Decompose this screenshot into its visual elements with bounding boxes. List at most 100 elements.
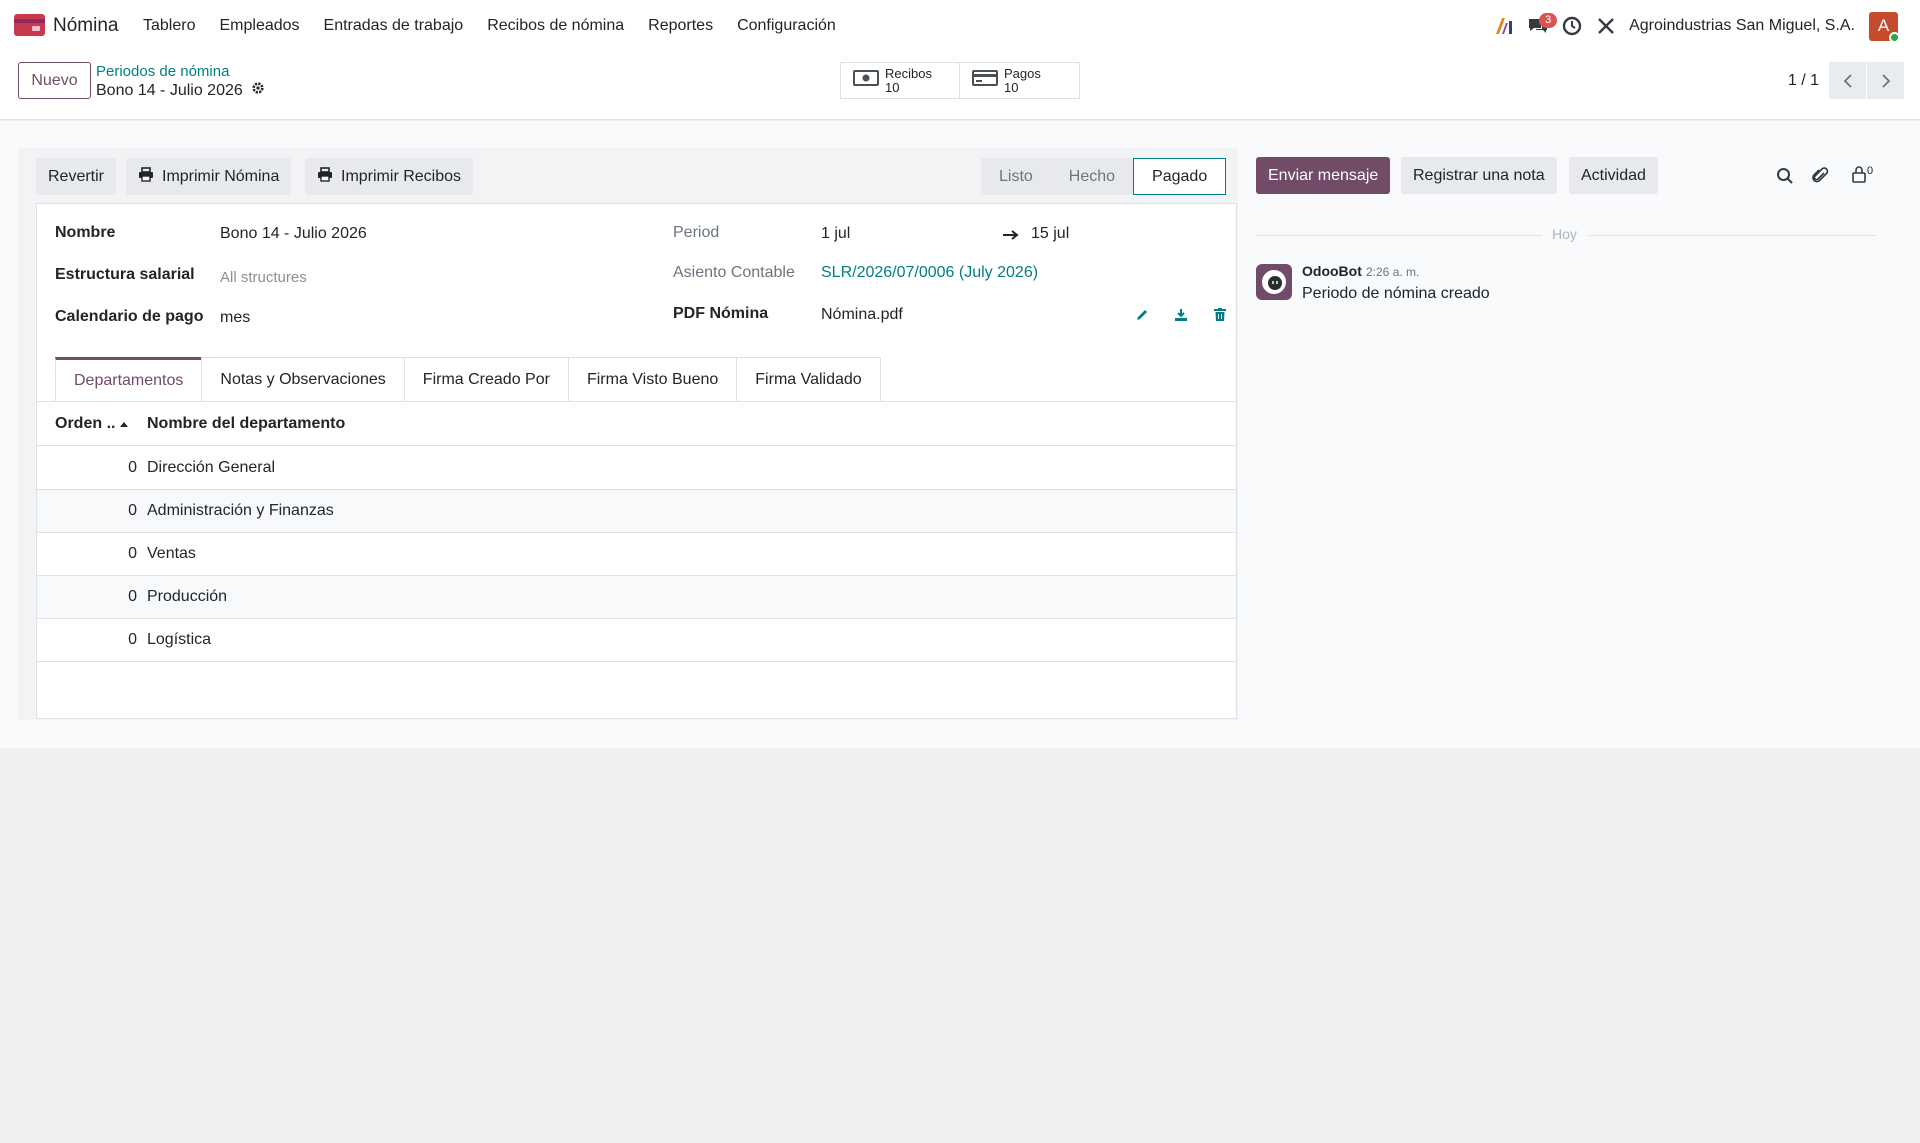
search-icon[interactable] <box>1775 166 1795 186</box>
edit-pencil-icon[interactable] <box>1133 306 1151 324</box>
row-department-name: Producción <box>147 588 228 605</box>
smart-buttons: Recibos 10 Pagos 10 <box>840 62 1080 99</box>
print-receipts-button[interactable]: Imprimir Recibos <box>305 158 474 195</box>
row-order: 0 <box>128 459 137 476</box>
log-note-button[interactable]: Registrar una nota <box>1401 157 1557 194</box>
presence-dot <box>1889 31 1900 43</box>
printer-icon <box>138 166 154 187</box>
payroll-app-icon[interactable] <box>14 14 45 36</box>
table-row[interactable]: 0 Administración y Finanzas <box>37 490 1236 533</box>
date-separator-label: Hoy <box>1552 226 1577 242</box>
smart-pagos-count: 10 <box>1004 79 1019 95</box>
revert-button[interactable]: Revertir <box>36 158 117 195</box>
message-time: 2:26 a. m. <box>1366 265 1420 279</box>
gear-icon[interactable] <box>251 81 265 100</box>
structure-field[interactable]: All structures <box>220 269 307 286</box>
credit-card-icon <box>972 68 998 93</box>
calendar-field[interactable]: mes <box>220 309 250 327</box>
row-department-name: Dirección General <box>147 459 276 476</box>
smart-button-recibos[interactable]: Recibos 10 <box>840 62 960 99</box>
period-start-field[interactable]: 1 jul <box>821 225 850 243</box>
smart-button-pagos[interactable]: Pagos 10 <box>960 62 1080 99</box>
calendar-label: Calendario de pago <box>55 308 204 325</box>
followers-count: 0 <box>1866 165 1874 177</box>
activity-button[interactable]: Actividad <box>1569 157 1658 194</box>
menu-item-entradas-trabajo[interactable]: Entradas de trabajo <box>312 17 476 35</box>
accounting-entry-link[interactable]: SLR/2026/07/0006 (July 2026) <box>821 264 1038 282</box>
form-sheet: Nombre Bono 14 - Julio 2026 Estructura s… <box>36 203 1237 719</box>
table-row[interactable]: 0 Ventas <box>37 533 1236 576</box>
row-order: 0 <box>128 631 137 648</box>
breadcrumb-parent[interactable]: Periodos de nómina <box>96 63 229 80</box>
tab-firma-visto-bueno[interactable]: Firma Visto Bueno <box>567 357 738 401</box>
form-view: Revertir Imprimir Nómina Imprimir Recibo… <box>18 148 1238 720</box>
pager-next-button[interactable] <box>1867 62 1904 99</box>
notebook-tabs: Departamentos Notas y Observaciones Firm… <box>55 357 881 401</box>
user-lock-icon <box>1851 165 1867 188</box>
tab-firma-validado[interactable]: Firma Validado <box>736 357 881 401</box>
user-avatar[interactable]: A <box>1869 11 1900 43</box>
table-row[interactable]: 0 Logística <box>37 619 1236 662</box>
messages-icon[interactable]: 3 <box>1521 9 1558 43</box>
avatar-letter: A <box>1877 16 1890 35</box>
followers-button[interactable]: 0 <box>1845 165 1879 188</box>
print-receipts-label: Imprimir Recibos <box>341 167 462 185</box>
systray: 3 Agroindustrias San Miguel, S.A. A <box>1487 0 1920 52</box>
column-header-department[interactable]: Nombre del departamento <box>147 415 345 433</box>
name-label: Nombre <box>55 224 116 241</box>
printer-icon <box>317 166 333 187</box>
app-name[interactable]: Nómina <box>53 15 118 37</box>
status-stages: Listo Hecho Pagado <box>981 158 1227 195</box>
tab-departamentos[interactable]: Departamentos <box>55 357 203 401</box>
ai-icon[interactable] <box>1487 9 1521 43</box>
odoobot-avatar[interactable] <box>1256 264 1292 300</box>
menu-item-reportes[interactable]: Reportes <box>636 17 725 35</box>
row-order: 0 <box>128 545 137 562</box>
pdf-filename[interactable]: Nómina.pdf <box>821 306 903 324</box>
order-column-label: Orden .. <box>55 414 116 432</box>
control-panel: Nuevo Periodos de nómina Bono 14 - Julio… <box>0 52 1920 120</box>
menu-item-recibos-nomina[interactable]: Recibos de nómina <box>475 17 636 35</box>
period-label: Period <box>673 224 720 241</box>
menu-item-configuracion[interactable]: Configuración <box>725 17 848 35</box>
arrow-right-icon <box>1002 228 1020 246</box>
table-header: Orden .. Nombre del departamento <box>37 402 1236 446</box>
pager-value[interactable]: 1 / 1 <box>1788 72 1819 90</box>
money-bill-icon <box>853 68 879 93</box>
revert-button-label: Revertir <box>48 167 105 185</box>
stage-listo[interactable]: Listo <box>981 158 1051 195</box>
pager: 1 / 1 <box>1788 62 1904 99</box>
menu-item-tablero[interactable]: Tablero <box>131 17 207 35</box>
table-row[interactable]: 0 Dirección General <box>37 447 1236 490</box>
pdf-label: PDF Nómina <box>673 305 769 322</box>
send-message-button[interactable]: Enviar mensaje <box>1256 157 1391 194</box>
tab-notas-observaciones[interactable]: Notas y Observaciones <box>201 357 405 401</box>
name-field[interactable]: Bono 14 - Julio 2026 <box>220 225 367 243</box>
table-row[interactable]: 0 Producción <box>37 576 1236 619</box>
activity-clock-icon[interactable] <box>1555 9 1589 43</box>
tab-firma-creado-por[interactable]: Firma Creado Por <box>403 357 569 401</box>
download-icon[interactable] <box>1172 306 1190 324</box>
structure-label: Estructura salarial <box>55 266 195 283</box>
accounting-entry-label: Asiento Contable <box>673 264 795 281</box>
date-separator-line-left <box>1256 235 1542 236</box>
print-payroll-button[interactable]: Imprimir Nómina <box>126 158 292 195</box>
smart-recibos-label: Recibos <box>885 65 932 81</box>
column-header-order[interactable]: Orden .. <box>55 415 129 433</box>
company-switcher[interactable]: Agroindustrias San Miguel, S.A. <box>1629 17 1855 35</box>
row-department-name: Ventas <box>147 545 196 562</box>
stage-pagado[interactable]: Pagado <box>1133 158 1227 195</box>
debug-tools-icon[interactable] <box>1589 9 1623 43</box>
period-end-field[interactable]: 15 jul <box>1031 225 1069 243</box>
message-author[interactable]: OdooBot <box>1302 263 1362 279</box>
pager-previous-button[interactable] <box>1829 62 1866 99</box>
stage-hecho[interactable]: Hecho <box>1050 158 1134 195</box>
print-payroll-label: Imprimir Nómina <box>162 167 280 185</box>
new-button[interactable]: Nuevo <box>18 62 91 99</box>
date-separator-line-right <box>1589 235 1876 236</box>
menu-item-empleados[interactable]: Empleados <box>207 17 311 35</box>
row-department-name: Logística <box>147 631 212 648</box>
top-navbar: Nómina Tablero Empleados Entradas de tra… <box>0 0 1920 52</box>
trash-icon[interactable] <box>1211 306 1229 324</box>
paperclip-icon[interactable] <box>1810 166 1830 186</box>
